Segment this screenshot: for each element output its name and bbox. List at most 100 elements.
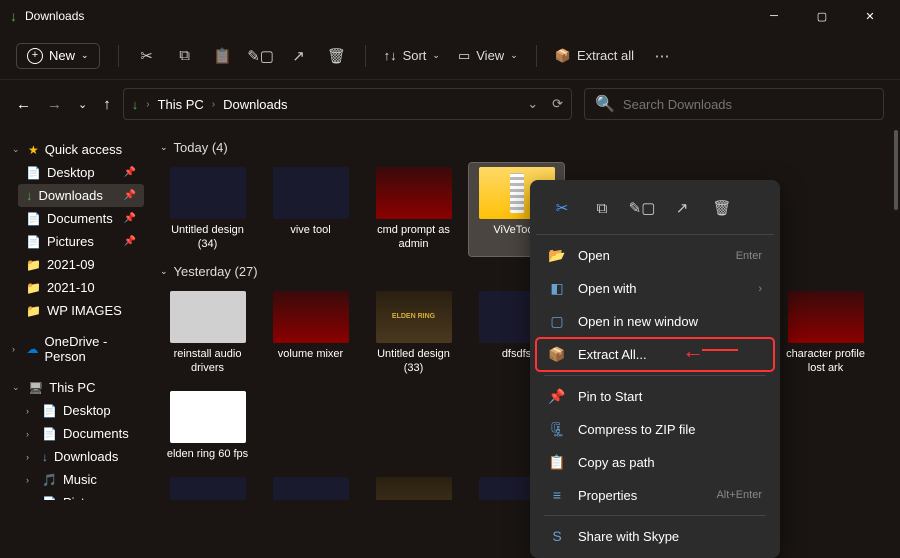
rename-icon[interactable]: ✎▢ bbox=[251, 46, 271, 66]
minimize-button[interactable]: ─ bbox=[754, 2, 794, 30]
context-menu-item[interactable]: 📦Extract All... bbox=[536, 338, 774, 371]
menu-item-icon: 📋 bbox=[548, 454, 566, 471]
file-name: reinstall audio drivers bbox=[164, 347, 251, 376]
sort-icon: ↑↓ bbox=[384, 48, 397, 63]
file-item[interactable]: lost ark menu bbox=[160, 473, 255, 500]
sidebar-item[interactable]: ›📄Pictures bbox=[18, 491, 144, 500]
thumbnail: ELDEN RING bbox=[376, 477, 452, 500]
maximize-button[interactable]: ▢ bbox=[802, 2, 842, 30]
file-item[interactable]: cmd prompt as admin bbox=[366, 163, 461, 256]
thumbnail bbox=[376, 167, 452, 219]
chevron-down-icon[interactable]: ⌄ bbox=[527, 96, 538, 112]
menu-item-icon: S bbox=[548, 528, 566, 544]
sidebar-item[interactable]: 📄Documents📌 bbox=[18, 207, 144, 230]
sidebar-item[interactable]: ›🎵Music bbox=[18, 468, 144, 491]
thumbnail bbox=[170, 391, 246, 443]
context-menu-item[interactable]: SShare with Skype bbox=[536, 520, 774, 552]
separator bbox=[544, 375, 766, 376]
ctx-share-icon[interactable]: ↗ bbox=[664, 192, 700, 224]
cut-icon[interactable]: ✂ bbox=[137, 46, 157, 66]
extract-all-button[interactable]: 📦 Extract all bbox=[555, 48, 634, 64]
menu-item-label: Properties bbox=[578, 488, 704, 503]
chevron-right-icon: › bbox=[12, 344, 21, 354]
file-item[interactable]: reinstall audio drivers bbox=[160, 287, 255, 380]
file-item[interactable]: vive tool bbox=[263, 163, 358, 256]
plus-icon: + bbox=[27, 48, 43, 64]
more-button[interactable]: ⋯ bbox=[652, 46, 672, 66]
menu-item-icon: ◧ bbox=[548, 280, 566, 297]
separator bbox=[544, 515, 766, 516]
context-menu: ✂ ⧉ ✎▢ ↗ 🗑 📂OpenEnter◧Open with›▢Open in… bbox=[530, 180, 780, 558]
file-name: volume mixer bbox=[278, 347, 343, 361]
share-icon[interactable]: ↗ bbox=[289, 46, 309, 66]
up-button[interactable]: ↑ bbox=[103, 96, 111, 113]
refresh-button[interactable]: ⟳ bbox=[552, 96, 563, 112]
window-title: Downloads bbox=[25, 9, 84, 23]
sidebar-item[interactable]: 📁2021-10 bbox=[18, 276, 144, 299]
file-name: Untitled design (33) bbox=[370, 347, 457, 376]
chevron-right-icon: › bbox=[26, 429, 36, 439]
new-button[interactable]: + New ⌄ bbox=[16, 43, 100, 69]
context-menu-item[interactable]: ◧Open with› bbox=[536, 272, 774, 305]
group-header-today[interactable]: ⌄ Today (4) bbox=[160, 140, 888, 155]
breadcrumb-segment[interactable]: Downloads bbox=[223, 97, 287, 112]
sidebar-item[interactable]: 📄Desktop📌 bbox=[18, 161, 144, 184]
thumbnail bbox=[273, 167, 349, 219]
file-item[interactable]: elden ring 60 fps bbox=[160, 387, 255, 465]
annotation-arrow bbox=[682, 338, 704, 364]
sidebar-item[interactable]: 📁WP IMAGES bbox=[18, 299, 144, 322]
ctx-copy-icon[interactable]: ⧉ bbox=[584, 192, 620, 224]
file-item[interactable]: volume mixer bbox=[263, 287, 358, 380]
file-item[interactable]: ELDEN RING Untitled design (33) bbox=[366, 287, 461, 380]
file-item[interactable]: lost ark inspect bbox=[263, 473, 358, 500]
file-view: ⌄ Today (4) Untitled design (34)vive too… bbox=[148, 128, 900, 500]
sidebar-item[interactable]: ↓Downloads📌 bbox=[18, 184, 144, 207]
file-item[interactable]: Untitled design (34) bbox=[160, 163, 255, 256]
forward-button[interactable]: → bbox=[47, 96, 62, 113]
sidebar-this-pc[interactable]: ⌄ 🖥 This PC bbox=[4, 376, 144, 399]
paste-icon[interactable]: 📋 bbox=[213, 46, 233, 66]
close-button[interactable]: ✕ bbox=[850, 2, 890, 30]
breadcrumb-segment[interactable]: This PC bbox=[158, 97, 204, 112]
sidebar-item[interactable]: ›📄Desktop bbox=[18, 399, 144, 422]
sidebar-quick-access[interactable]: ⌄ ★ Quick access bbox=[4, 138, 144, 161]
sort-button[interactable]: ↑↓ Sort ⌄ bbox=[384, 48, 440, 63]
view-button[interactable]: ▭ View ⌄ bbox=[458, 48, 518, 64]
recent-button[interactable]: ⌄ bbox=[78, 98, 87, 111]
ctx-rename-icon[interactable]: ✎▢ bbox=[624, 192, 660, 224]
sidebar: ⌄ ★ Quick access 📄Desktop📌↓Downloads📌📄Do… bbox=[0, 128, 148, 500]
search-input[interactable] bbox=[623, 97, 873, 112]
navbar: ← → ⌄ ↑ ↓ › This PC › Downloads ⌄ ⟳ 🔍 bbox=[0, 80, 900, 128]
chevron-right-icon: › bbox=[146, 99, 149, 110]
file-name: cmd prompt as admin bbox=[370, 223, 457, 252]
context-menu-item[interactable]: 📌Pin to Start bbox=[536, 380, 774, 413]
pc-icon: 🖥 bbox=[28, 381, 43, 395]
sidebar-item[interactable]: ›↓Downloads bbox=[18, 445, 144, 468]
sidebar-item[interactable]: 📄Pictures📌 bbox=[18, 230, 144, 253]
context-menu-item[interactable]: 🗜Compress to ZIP file bbox=[536, 413, 774, 446]
ctx-cut-icon[interactable]: ✂ bbox=[544, 192, 580, 224]
copy-icon[interactable]: ⧉ bbox=[175, 46, 195, 66]
sidebar-onedrive[interactable]: › ☁ OneDrive - Person bbox=[4, 330, 144, 368]
context-menu-item[interactable]: 📂OpenEnter bbox=[536, 239, 774, 272]
menu-item-icon: ≡ bbox=[548, 487, 566, 503]
menu-item-icon: 📌 bbox=[548, 388, 566, 405]
scrollbar[interactable] bbox=[894, 130, 898, 210]
context-menu-item[interactable]: 📋Copy as path bbox=[536, 446, 774, 479]
sidebar-item[interactable]: ›📄Documents bbox=[18, 422, 144, 445]
back-button[interactable]: ← bbox=[16, 96, 31, 113]
pin-icon: 📌 bbox=[124, 190, 136, 201]
chevron-down-icon: ⌄ bbox=[12, 144, 22, 155]
file-item[interactable]: character profile lost ark bbox=[778, 287, 873, 380]
delete-icon[interactable]: 🗑 bbox=[327, 46, 347, 66]
ctx-delete-icon[interactable]: 🗑 bbox=[704, 192, 740, 224]
star-icon: ★ bbox=[28, 143, 39, 157]
breadcrumb[interactable]: ↓ › This PC › Downloads ⌄ ⟳ bbox=[123, 88, 572, 120]
chevron-right-icon: › bbox=[26, 452, 36, 462]
context-menu-item[interactable]: ≡PropertiesAlt+Enter bbox=[536, 479, 774, 511]
search-box[interactable]: 🔍 bbox=[584, 88, 884, 120]
file-item[interactable]: ELDEN RINGElden Ring main bbox=[366, 473, 461, 500]
sidebar-item[interactable]: 📁2021-09 bbox=[18, 253, 144, 276]
thumbnail: ELDEN RING bbox=[376, 291, 452, 343]
context-menu-item[interactable]: ▢Open in new window bbox=[536, 305, 774, 338]
